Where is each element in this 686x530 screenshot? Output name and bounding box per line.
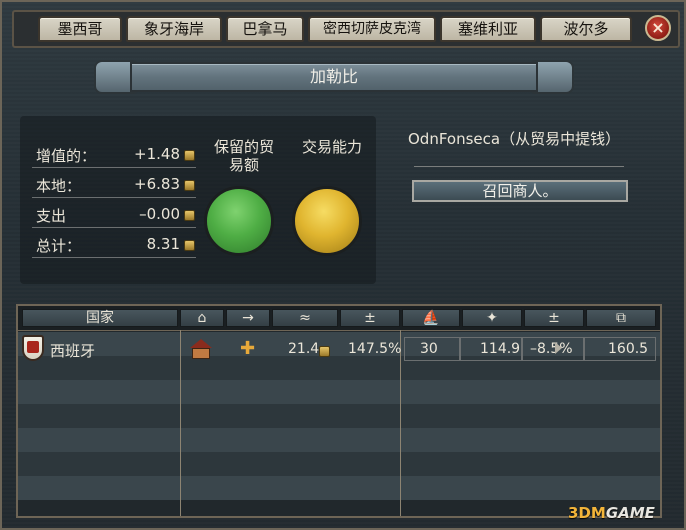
table-row-empty xyxy=(18,476,660,500)
header-coins-icon[interactable]: ≈ xyxy=(272,309,338,327)
tab-bordeaux[interactable]: 波尔多 xyxy=(540,16,632,42)
tab-chesapeake-bay[interactable]: 密西切萨皮克湾 xyxy=(308,16,436,42)
summary-label: 本地： xyxy=(36,177,82,195)
watermark-logo: 3DMGAME xyxy=(568,504,655,522)
building-roof xyxy=(190,339,212,348)
table-row-empty xyxy=(18,428,660,452)
tab-seville[interactable]: 塞维利亚 xyxy=(440,16,536,42)
tab-ivory-coast[interactable]: 象牙海岸 xyxy=(126,16,222,42)
table-row-empty xyxy=(18,404,660,428)
trade-power-indicator[interactable] xyxy=(292,186,362,256)
header-ship-icon[interactable]: ⛵ xyxy=(402,309,460,327)
total-value: 160.5 xyxy=(608,341,649,357)
retained-trade-label: 保留的贸 易额 xyxy=(196,138,292,174)
merchant-status: OdnFonseca（从贸易中提钱） xyxy=(408,130,621,148)
header-plusminus-2[interactable]: ± xyxy=(524,309,584,327)
summary-row: 总计： 8.31 xyxy=(32,232,196,258)
table-row-empty xyxy=(18,380,660,404)
ducat-icon xyxy=(319,346,330,357)
header-home-icon[interactable]: ⌂ xyxy=(180,309,224,327)
ships-value: 30 xyxy=(420,341,438,357)
page-title: 加勒比 xyxy=(130,62,538,92)
close-icon[interactable]: × xyxy=(645,15,671,41)
summary-label: 支出 xyxy=(36,207,67,225)
summary-value: +1.48 xyxy=(134,145,180,163)
header-arrow-icon[interactable]: → xyxy=(226,309,270,327)
watermark-rest: GAME xyxy=(605,504,655,522)
summary-row: 增值的： +1.48 xyxy=(32,142,196,168)
arrow-right-icon xyxy=(555,342,562,354)
trade-percent: 147.5% xyxy=(348,341,402,357)
trade-power-label: 交易能力 xyxy=(301,138,362,156)
retained-trade-label-line2: 易额 xyxy=(228,156,259,174)
divider xyxy=(414,166,624,167)
recall-merchant-button[interactable]: 召回商人。 xyxy=(412,180,628,202)
title-banner: 加勒比 xyxy=(94,56,574,98)
summary-value: –0.00 xyxy=(139,205,180,223)
summary-label: 增值的： xyxy=(36,147,97,165)
summary-row: 支出 –0.00 xyxy=(32,202,196,228)
trade-node-tabbar: 墨西哥 象牙海岸 巴拿马 密西切萨皮克湾 塞维利亚 波尔多 xyxy=(12,10,680,48)
ducat-icon xyxy=(184,150,195,161)
header-country[interactable]: 国家 xyxy=(22,309,178,327)
retained-trade-indicator[interactable] xyxy=(204,186,274,256)
trade-node-window: 墨西哥 象牙海岸 巴拿马 密西切萨皮克湾 塞维利亚 波尔多 × 加勒比 增值的：… xyxy=(0,0,686,530)
change-value: –8.5% xyxy=(530,341,573,357)
column-divider xyxy=(180,330,181,516)
trade-value: 21.4 xyxy=(288,341,320,357)
column-divider xyxy=(400,330,401,516)
plus-icon[interactable]: ✚ xyxy=(240,340,255,358)
trade-building-icon[interactable] xyxy=(190,339,212,359)
income-summary-panel: 增值的： +1.48 本地： +6.83 支出 –0.00 总计： 8.31 保… xyxy=(20,116,376,284)
tab-mexico[interactable]: 墨西哥 xyxy=(38,16,122,42)
header-stack-icon[interactable]: ⧉ xyxy=(586,309,656,327)
header-handshake-icon[interactable]: ✦ xyxy=(462,309,522,327)
summary-row: 本地： +6.83 xyxy=(32,172,196,198)
summary-label: 总计： xyxy=(36,237,82,255)
ducat-icon xyxy=(184,240,195,251)
tab-panama[interactable]: 巴拿马 xyxy=(226,16,304,42)
country-name[interactable]: 西班牙 xyxy=(50,340,95,361)
header-plusminus[interactable]: ± xyxy=(340,309,400,327)
power-value: 114.9 xyxy=(480,341,521,357)
building-wall xyxy=(192,348,210,359)
ducat-icon xyxy=(184,210,195,221)
watermark-brand: 3DM xyxy=(568,504,606,522)
summary-value: +6.83 xyxy=(134,175,180,193)
ducat-icon xyxy=(184,180,195,191)
country-trade-table: 国家 ⌂ → ≈ ± ⛵ ✦ ± ⧉ 西班牙 ✚ 21.4 147.5% 30 … xyxy=(16,304,662,518)
summary-value: 8.31 xyxy=(146,235,180,253)
table-row-empty xyxy=(18,452,660,476)
table-header: 国家 ⌂ → ≈ ± ⛵ ✦ ± ⧉ xyxy=(18,306,660,331)
retained-trade-label-line1: 保留的贸 xyxy=(213,138,274,156)
spain-flag-icon xyxy=(22,335,44,361)
